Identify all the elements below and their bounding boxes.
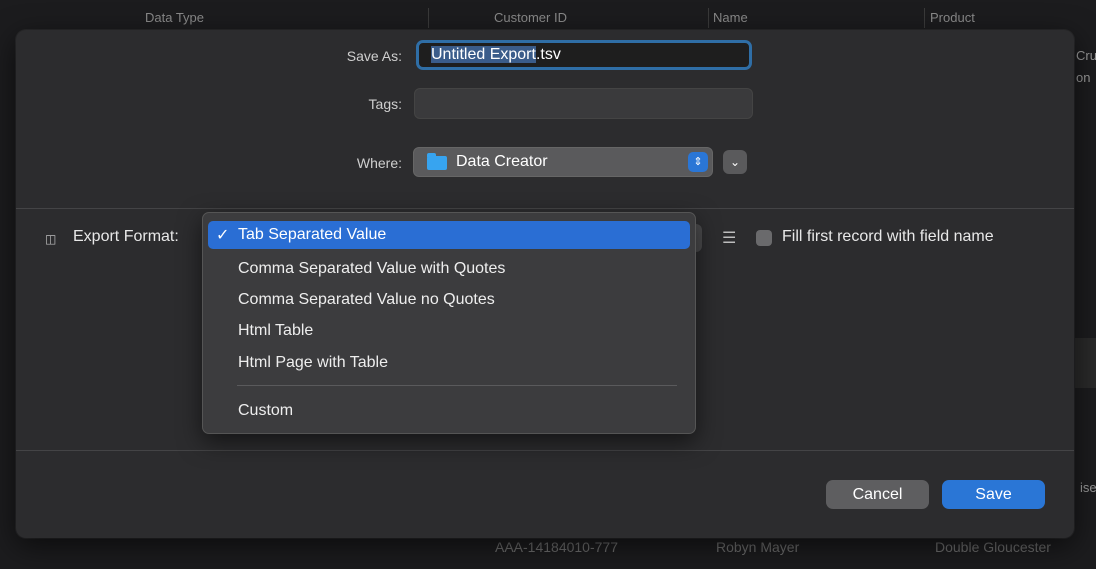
background-panel — [1075, 338, 1096, 388]
menu-separator — [237, 385, 677, 386]
menu-item-tab-separated[interactable]: ✓ Tab Separated Value — [208, 221, 690, 249]
chevron-down-icon: ⌄ — [729, 155, 741, 169]
menu-item-csv-quotes[interactable]: Comma Separated Value with Quotes — [208, 255, 690, 283]
filename-input[interactable]: Untitled Export.tsv — [416, 40, 752, 70]
cell-customer-id: AAA-14184010-777 — [495, 539, 618, 555]
filename-extension: .tsv — [535, 46, 561, 63]
save-as-label: Save As: — [346, 48, 402, 64]
cancel-button[interactable]: Cancel — [826, 480, 929, 509]
column-header-name[interactable]: Name — [713, 10, 748, 25]
export-format-menu: ✓ Tab Separated Value Comma Separated Va… — [202, 212, 696, 434]
background-cell-fragment: ise — [1080, 480, 1096, 495]
table-header: Data Type Customer ID Name Product — [0, 8, 1096, 30]
column-header-data-type[interactable]: Data Type — [145, 10, 204, 25]
tags-label: Tags: — [368, 96, 402, 112]
cell-name: Robyn Mayer — [716, 539, 800, 555]
where-value: Data Creator — [456, 153, 548, 170]
menu-item-custom[interactable]: Custom — [208, 397, 690, 425]
columns-icon: ◫ — [45, 232, 57, 246]
folder-icon — [427, 153, 447, 170]
menu-item-label: Comma Separated Value with Quotes — [238, 260, 506, 277]
menu-item-html-table[interactable]: Html Table — [208, 317, 690, 345]
divider — [16, 450, 1074, 451]
tags-input[interactable] — [414, 88, 753, 119]
background-cell-fragment: on — [1076, 70, 1091, 85]
column-header-product[interactable]: Product — [930, 10, 975, 25]
expand-button[interactable]: ⌄ — [723, 150, 747, 174]
menu-item-label: Comma Separated Value no Quotes — [238, 291, 495, 308]
divider — [16, 208, 1074, 209]
background-table-row: AAA-14184010-777 Robyn Mayer Double Glou… — [470, 535, 1096, 569]
cell-product: Double Gloucester — [935, 539, 1051, 555]
background-cell-fragment: Cru — [1076, 48, 1096, 63]
stepper-icon: ⇕ — [688, 152, 708, 172]
menu-item-label: Custom — [238, 402, 294, 419]
menu-item-label: Html Page with Table — [238, 354, 388, 371]
save-button[interactable]: Save — [942, 480, 1045, 509]
menu-item-label: Tab Separated Value — [238, 226, 387, 243]
menu-item-csv-no-quotes[interactable]: Comma Separated Value no Quotes — [208, 286, 690, 314]
column-header-customer-id[interactable]: Customer ID — [494, 10, 567, 25]
export-format-label: Export Format: — [73, 228, 179, 245]
fill-first-record-label[interactable]: Fill first record with field name — [782, 228, 994, 246]
fill-first-record-checkbox[interactable] — [756, 230, 772, 246]
menu-item-html-page[interactable]: Html Page with Table — [208, 349, 690, 377]
checkmark-icon: ✓ — [216, 227, 230, 244]
where-label: Where: — [356, 155, 402, 171]
menu-item-label: Html Table — [238, 322, 314, 339]
filename-selected-text: Untitled Export — [431, 46, 536, 63]
list-icon[interactable]: ☰ — [722, 228, 736, 248]
where-select[interactable]: Data Creator ⇕ — [413, 147, 713, 177]
